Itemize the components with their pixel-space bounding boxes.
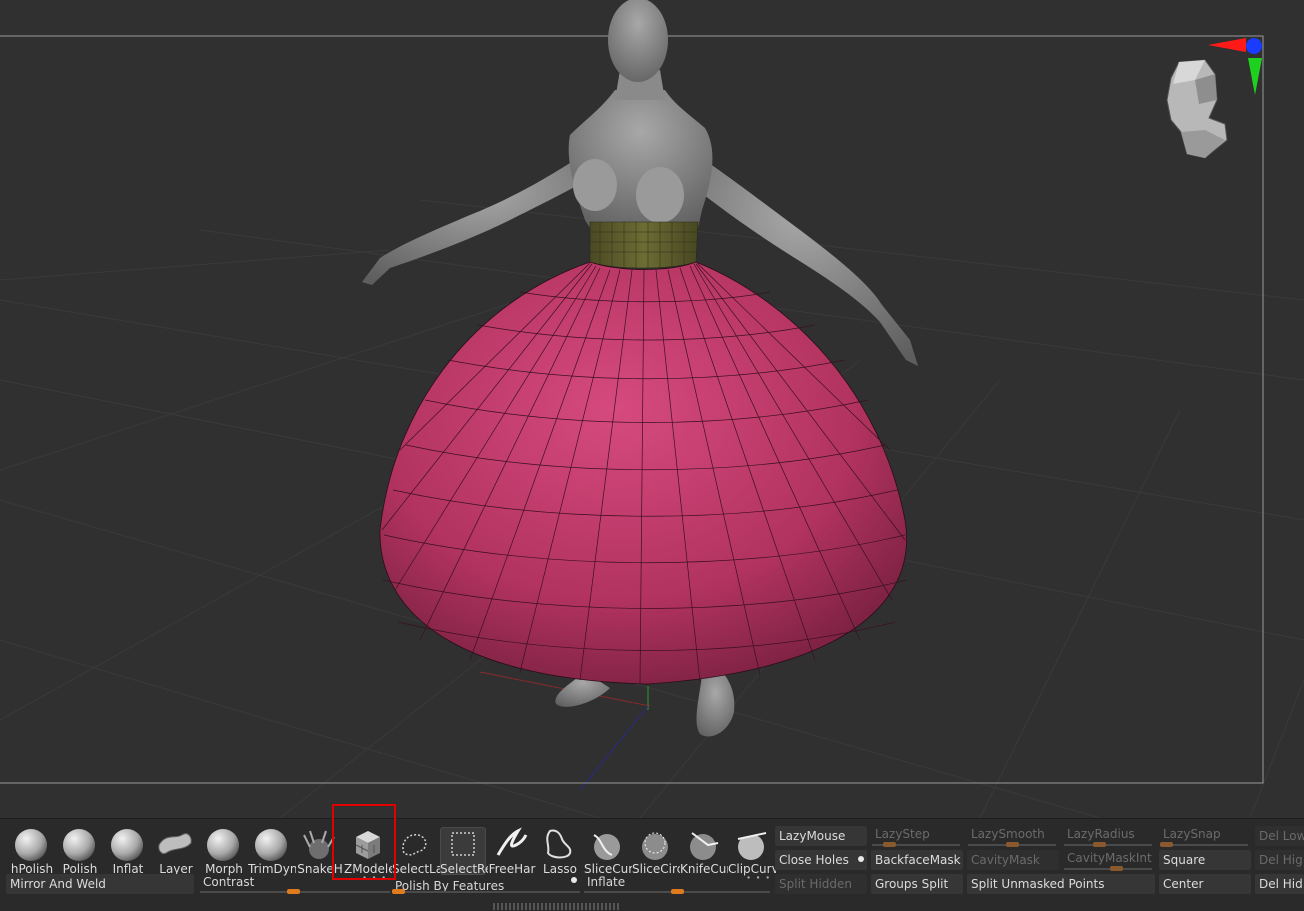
lazysmooth-knob[interactable]: [1006, 842, 1019, 847]
brush-label: KnifeCur: [680, 862, 728, 876]
z-axis-dot-icon[interactable]: [1246, 38, 1262, 54]
brush-selectrect[interactable]: SelectRe: [440, 825, 488, 876]
brush-label: Lasso: [543, 862, 577, 876]
brush-trimdyn[interactable]: TrimDyn: [248, 825, 296, 876]
lazysmooth-label: LazySmooth: [971, 827, 1045, 841]
del-lower-button[interactable]: Del Low: [1255, 826, 1304, 846]
close-holes-button[interactable]: Close Holes: [775, 850, 867, 870]
canvas-viewport[interactable]: [0, 0, 1304, 818]
scene-3d[interactable]: [0, 0, 1304, 818]
del-hidden-button[interactable]: Del Hid: [1255, 874, 1304, 894]
zmodeler-options-dots-icon[interactable]: ∙ ∙ ∙: [362, 873, 387, 882]
brush-layer[interactable]: Layer: [152, 825, 198, 876]
brush-morph[interactable]: Morph: [200, 825, 246, 876]
groups-split-button[interactable]: Groups Split: [871, 874, 963, 894]
del-higher-button[interactable]: Del Hig: [1255, 850, 1304, 870]
brush-zmodeler[interactable]: ZModele: [344, 825, 392, 876]
center-button[interactable]: Center: [1159, 874, 1251, 894]
brush-clipcurve[interactable]: ClipCurv: [728, 825, 776, 876]
brush-label: SelectLa: [392, 862, 440, 876]
lazymouse-button[interactable]: LazyMouse: [775, 826, 867, 846]
brush-hpolish[interactable]: hPolish: [8, 825, 54, 876]
brush-lasso[interactable]: Lasso: [536, 825, 582, 876]
x-axis-arrow-icon[interactable]: [1208, 38, 1246, 52]
brush-label: FreeHar: [488, 862, 536, 876]
contrast-slider-knob[interactable]: [287, 889, 300, 894]
z-axis-line: [579, 705, 649, 791]
lazystep-label: LazyStep: [875, 827, 930, 841]
brush-label: SliceCirc: [632, 862, 680, 876]
lazystep-knob[interactable]: [883, 842, 896, 847]
brush-knifecurve[interactable]: KnifeCur: [680, 825, 728, 876]
bottom-shelf: hPolish Polish Inflat Layer Morph TrimDyn Snak…: [0, 818, 1304, 911]
clip-options-dots-icon[interactable]: ∙ ∙ ∙: [746, 873, 771, 882]
brush-selectlasso[interactable]: SelectLa: [392, 825, 440, 876]
inflate-slider-knob[interactable]: [671, 889, 684, 894]
brush-label: SliceCur: [584, 862, 632, 876]
navigation-head-icon[interactable]: [1166, 59, 1228, 159]
polish-slider-knob[interactable]: [392, 889, 405, 894]
brush-inflat[interactable]: Inflat: [104, 825, 150, 876]
close-holes-toggle[interactable]: [858, 856, 864, 862]
cavitymaskint-track[interactable]: [1064, 868, 1152, 870]
lazyradius-label: LazyRadius: [1067, 827, 1135, 841]
brush-slicecirc[interactable]: SliceCirc: [632, 825, 680, 876]
brush-slicecurve[interactable]: SliceCur: [584, 825, 632, 876]
contrast-slider-label: Contrast: [203, 875, 255, 889]
chest-right: [636, 167, 684, 223]
cavitymask-button[interactable]: CavityMask: [967, 850, 1059, 870]
lazyradius-track[interactable]: [1064, 844, 1152, 846]
shelf-resize-handle[interactable]: [493, 903, 621, 910]
brush-label: SnakeH: [297, 862, 343, 876]
brush-polish[interactable]: Polish: [56, 825, 102, 876]
split-unmasked-points-button[interactable]: Split Unmasked Points: [967, 874, 1155, 894]
inflate-slider-label: Inflate: [587, 875, 626, 889]
lazysnap-track[interactable]: [1160, 844, 1248, 846]
lazyradius-knob[interactable]: [1093, 842, 1106, 847]
split-hidden-button[interactable]: Split Hidden: [775, 874, 867, 894]
cavitymaskint-label: CavityMaskInt: [1067, 851, 1152, 865]
cavitymaskint-knob[interactable]: [1110, 866, 1123, 871]
brush-freehand[interactable]: FreeHar: [488, 825, 536, 876]
mirror-and-weld-button[interactable]: Mirror And Weld: [6, 874, 194, 894]
y-axis-arrow-icon[interactable]: [1248, 58, 1262, 95]
brush-label: SelectRe: [440, 862, 488, 876]
chest-left: [573, 159, 617, 211]
lazysnap-label: LazySnap: [1163, 827, 1221, 841]
brush-snakehook[interactable]: SnakeH: [296, 825, 343, 876]
waistband: [589, 221, 699, 269]
brush-label: Morph: [205, 862, 243, 876]
lazysnap-knob[interactable]: [1160, 842, 1173, 847]
backfacemask-button[interactable]: BackfaceMask: [871, 850, 963, 870]
head: [608, 0, 668, 82]
square-button[interactable]: Square: [1159, 850, 1251, 870]
polish-by-features-toggle[interactable]: [571, 877, 577, 883]
brush-label: TrimDyn: [248, 862, 296, 876]
polish-slider-track[interactable]: [392, 891, 580, 893]
